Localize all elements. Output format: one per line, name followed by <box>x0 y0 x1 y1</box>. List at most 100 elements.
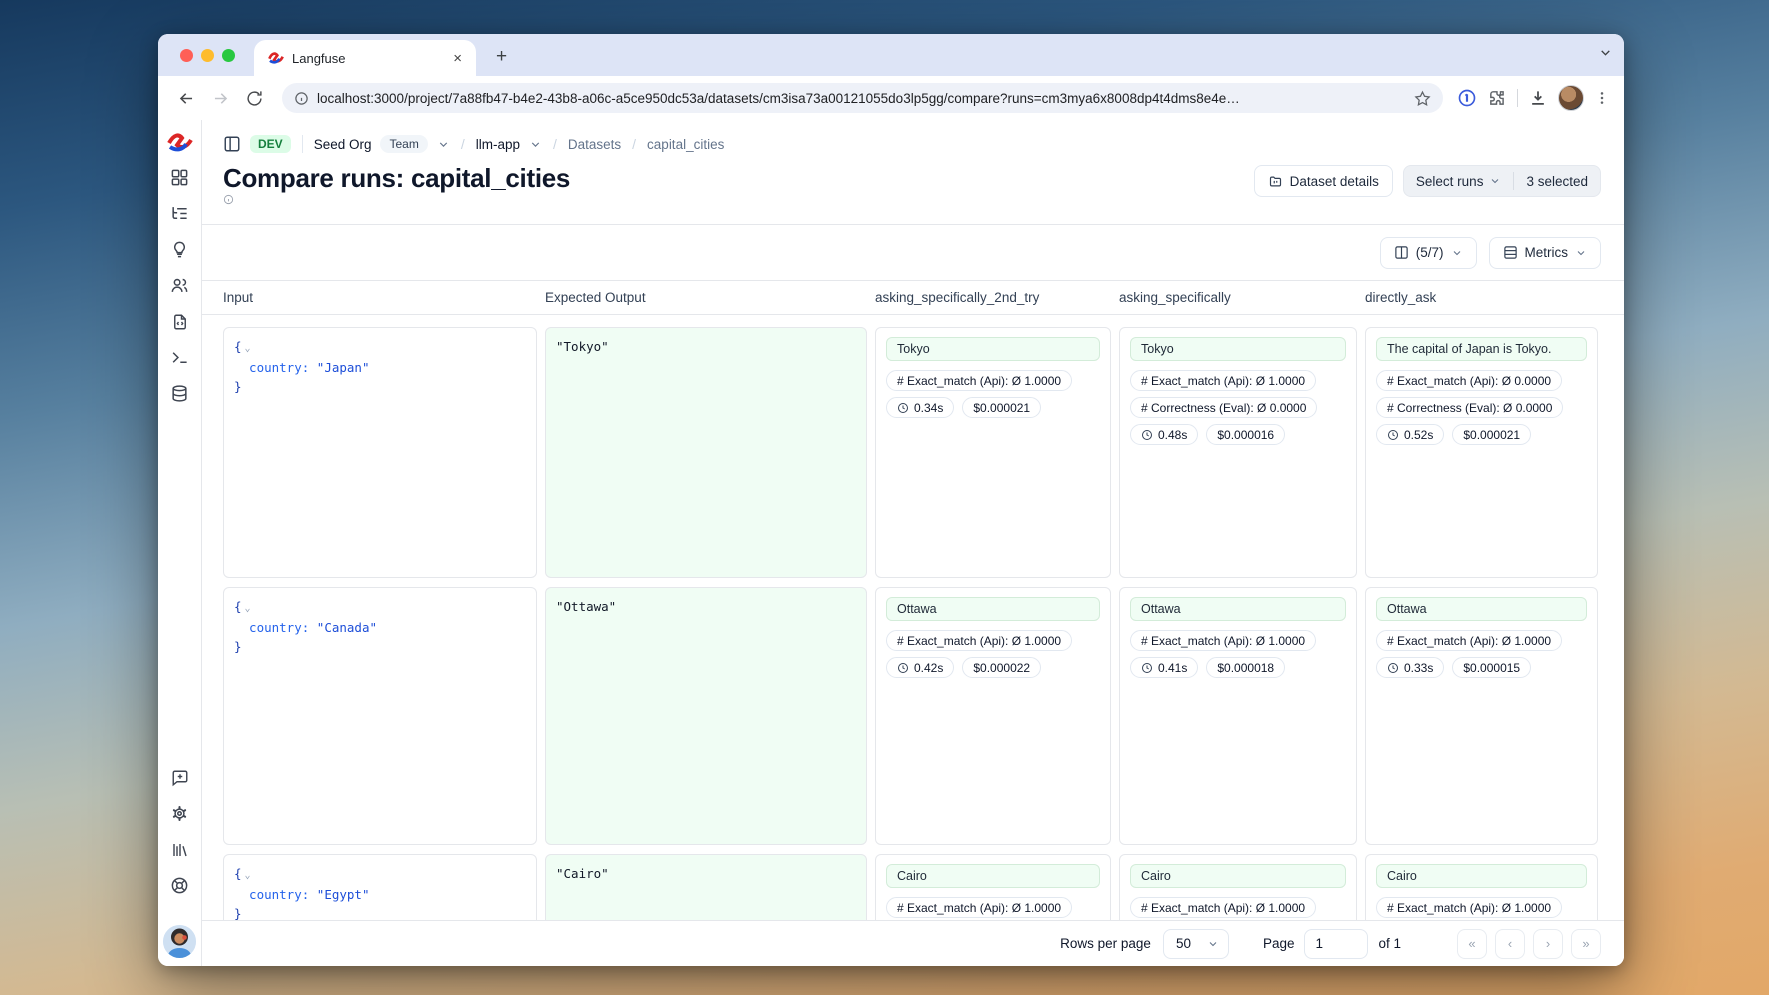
playground-icon[interactable] <box>169 347 190 368</box>
run-cell[interactable]: Cairo # Exact_match (Api): Ø 1.0000 <box>875 854 1111 920</box>
page-header: DEV Seed Org Team / llm-app / Datasets /… <box>202 120 1624 225</box>
library-icon[interactable] <box>169 839 190 860</box>
browser-window: Langfuse × + localhost:3000/project/7a88… <box>158 34 1624 966</box>
zoom-window-button[interactable] <box>222 49 235 62</box>
env-badge: DEV <box>250 135 291 153</box>
score-badge: # Exact_match (Api): Ø 1.0000 <box>1130 370 1316 391</box>
dashboard-icon[interactable] <box>169 167 190 188</box>
run-cell[interactable]: Tokyo # Exact_match (Api): Ø 1.0000 0.34… <box>875 327 1111 578</box>
latency-badge: 0.33s <box>1376 657 1444 678</box>
project-chevron-down-icon[interactable] <box>529 138 542 151</box>
metrics-button[interactable]: Metrics <box>1489 237 1602 269</box>
score-badge: # Exact_match (Api): Ø 0.0000 <box>1376 370 1562 391</box>
browser-menu-icon[interactable] <box>1594 90 1610 106</box>
expected-output-cell: "Ottawa" <box>545 587 867 845</box>
run-output[interactable]: Ottawa <box>886 597 1100 621</box>
browser-tab[interactable]: Langfuse × <box>254 40 476 76</box>
dataset-details-button[interactable]: Dataset details <box>1254 165 1393 197</box>
breadcrumb-separator: / <box>553 136 557 152</box>
run-output[interactable]: Tokyo <box>1130 337 1346 361</box>
run-cell[interactable]: Ottawa # Exact_match (Api): Ø 1.0000 0.4… <box>875 587 1111 845</box>
latency-badge: 0.34s <box>886 397 954 418</box>
breadcrumb-project[interactable]: llm-app <box>476 137 520 152</box>
close-window-button[interactable] <box>180 49 193 62</box>
clock-icon <box>1141 662 1153 674</box>
extensions-icon[interactable] <box>1487 88 1507 108</box>
org-plan-badge: Team <box>380 135 427 153</box>
column-header-run-1: asking_specifically_2nd_try <box>875 290 1111 305</box>
rows-per-page-select[interactable]: 50 <box>1163 929 1229 959</box>
downloads-icon[interactable] <box>1528 88 1548 108</box>
run-output[interactable]: Ottawa <box>1130 597 1346 621</box>
support-icon[interactable] <box>169 875 190 896</box>
forward-icon <box>206 84 234 112</box>
clock-icon <box>1387 662 1399 674</box>
run-output[interactable]: Cairo <box>1130 864 1346 888</box>
first-page-button[interactable]: « <box>1457 929 1487 959</box>
browser-profile-avatar[interactable] <box>1558 85 1584 111</box>
users-icon[interactable] <box>169 275 190 296</box>
org-chevron-down-icon[interactable] <box>437 138 450 151</box>
tab-close-icon[interactable]: × <box>449 49 466 68</box>
collapse-toggle[interactable]: ⌄ <box>245 603 251 614</box>
collapse-toggle[interactable]: ⌄ <box>245 870 251 881</box>
page-number-input[interactable] <box>1304 929 1368 959</box>
langfuse-logo-icon[interactable] <box>167 132 193 152</box>
site-info-icon[interactable] <box>294 91 309 106</box>
select-runs-control[interactable]: Select runs 3 selected <box>1403 165 1601 197</box>
run-cell[interactable]: Cairo # Exact_match (Api): Ø 1.0000 <box>1365 854 1598 920</box>
prompts-icon[interactable] <box>169 239 190 260</box>
run-output[interactable]: The capital of Japan is Tokyo. <box>1376 337 1587 361</box>
next-page-button[interactable]: › <box>1533 929 1563 959</box>
run-cell[interactable]: Ottawa # Exact_match (Api): Ø 1.0000 0.4… <box>1119 587 1357 845</box>
pagination-footer: Rows per page 50 Page of 1 « ‹ › » <box>202 920 1624 966</box>
browser-toolbar: localhost:3000/project/7a88fb47-b4e2-43b… <box>158 76 1624 120</box>
traffic-lights[interactable] <box>180 49 235 62</box>
user-avatar[interactable] <box>163 925 196 958</box>
new-tab-button[interactable]: + <box>490 46 513 68</box>
run-output[interactable]: Tokyo <box>886 337 1100 361</box>
tracing-icon[interactable] <box>169 203 190 224</box>
url-text[interactable]: localhost:3000/project/7a88fb47-b4e2-43b… <box>317 91 1406 106</box>
evaluations-icon[interactable] <box>169 311 190 332</box>
latency-badge: 0.42s <box>886 657 954 678</box>
langfuse-favicon <box>268 51 284 65</box>
breadcrumb-org[interactable]: Seed Org <box>314 137 372 152</box>
page-count-label: of 1 <box>1378 936 1401 951</box>
select-runs-button[interactable]: Select runs <box>1404 174 1514 189</box>
collapse-toggle[interactable]: ⌄ <box>245 343 251 354</box>
score-badge: # Exact_match (Api): Ø 1.0000 <box>886 370 1072 391</box>
run-cell[interactable]: Ottawa # Exact_match (Api): Ø 1.0000 0.3… <box>1365 587 1598 845</box>
columns-visibility-button[interactable]: (5/7) <box>1380 237 1477 269</box>
settings-gear-icon[interactable] <box>169 803 190 824</box>
bookmark-star-icon[interactable] <box>1414 90 1431 107</box>
minimize-window-button[interactable] <box>201 49 214 62</box>
run-output[interactable]: Cairo <box>1376 864 1587 888</box>
folder-kanban-icon <box>1268 174 1283 189</box>
breadcrumb-dataset-name[interactable]: capital_cities <box>647 137 724 152</box>
password-manager-icon[interactable] <box>1457 88 1477 108</box>
datasets-icon[interactable] <box>169 383 190 404</box>
run-cell[interactable]: The capital of Japan is Tokyo. # Exact_m… <box>1365 327 1598 578</box>
cost-badge: $0.000015 <box>1452 657 1531 678</box>
run-cell[interactable]: Tokyo # Exact_match (Api): Ø 1.0000 # Co… <box>1119 327 1357 578</box>
address-bar[interactable]: localhost:3000/project/7a88fb47-b4e2-43b… <box>282 83 1443 113</box>
run-output[interactable]: Ottawa <box>1376 597 1587 621</box>
sidebar-toggle-icon[interactable] <box>223 135 241 153</box>
run-output[interactable]: Cairo <box>886 864 1100 888</box>
tab-search-icon[interactable] <box>1599 46 1612 59</box>
chevron-down-icon <box>1575 247 1587 259</box>
reload-icon[interactable] <box>240 84 268 112</box>
info-icon[interactable] <box>223 194 573 205</box>
page-title: Compare runs: capital_cities <box>223 163 573 205</box>
score-badge: # Exact_match (Api): Ø 1.0000 <box>1130 630 1316 651</box>
table-body: {⌄ country: "Japan" } "Tokyo" Tokyo # Ex… <box>202 315 1624 920</box>
score-badge: # Exact_match (Api): Ø 1.0000 <box>1130 897 1316 918</box>
feedback-icon[interactable] <box>169 767 190 788</box>
previous-page-button[interactable]: ‹ <box>1495 929 1525 959</box>
breadcrumb-datasets[interactable]: Datasets <box>568 137 621 152</box>
back-icon[interactable] <box>172 84 200 112</box>
run-cell[interactable]: Cairo # Exact_match (Api): Ø 1.0000 <box>1119 854 1357 920</box>
last-page-button[interactable]: » <box>1571 929 1601 959</box>
latency-badge: 0.41s <box>1130 657 1198 678</box>
